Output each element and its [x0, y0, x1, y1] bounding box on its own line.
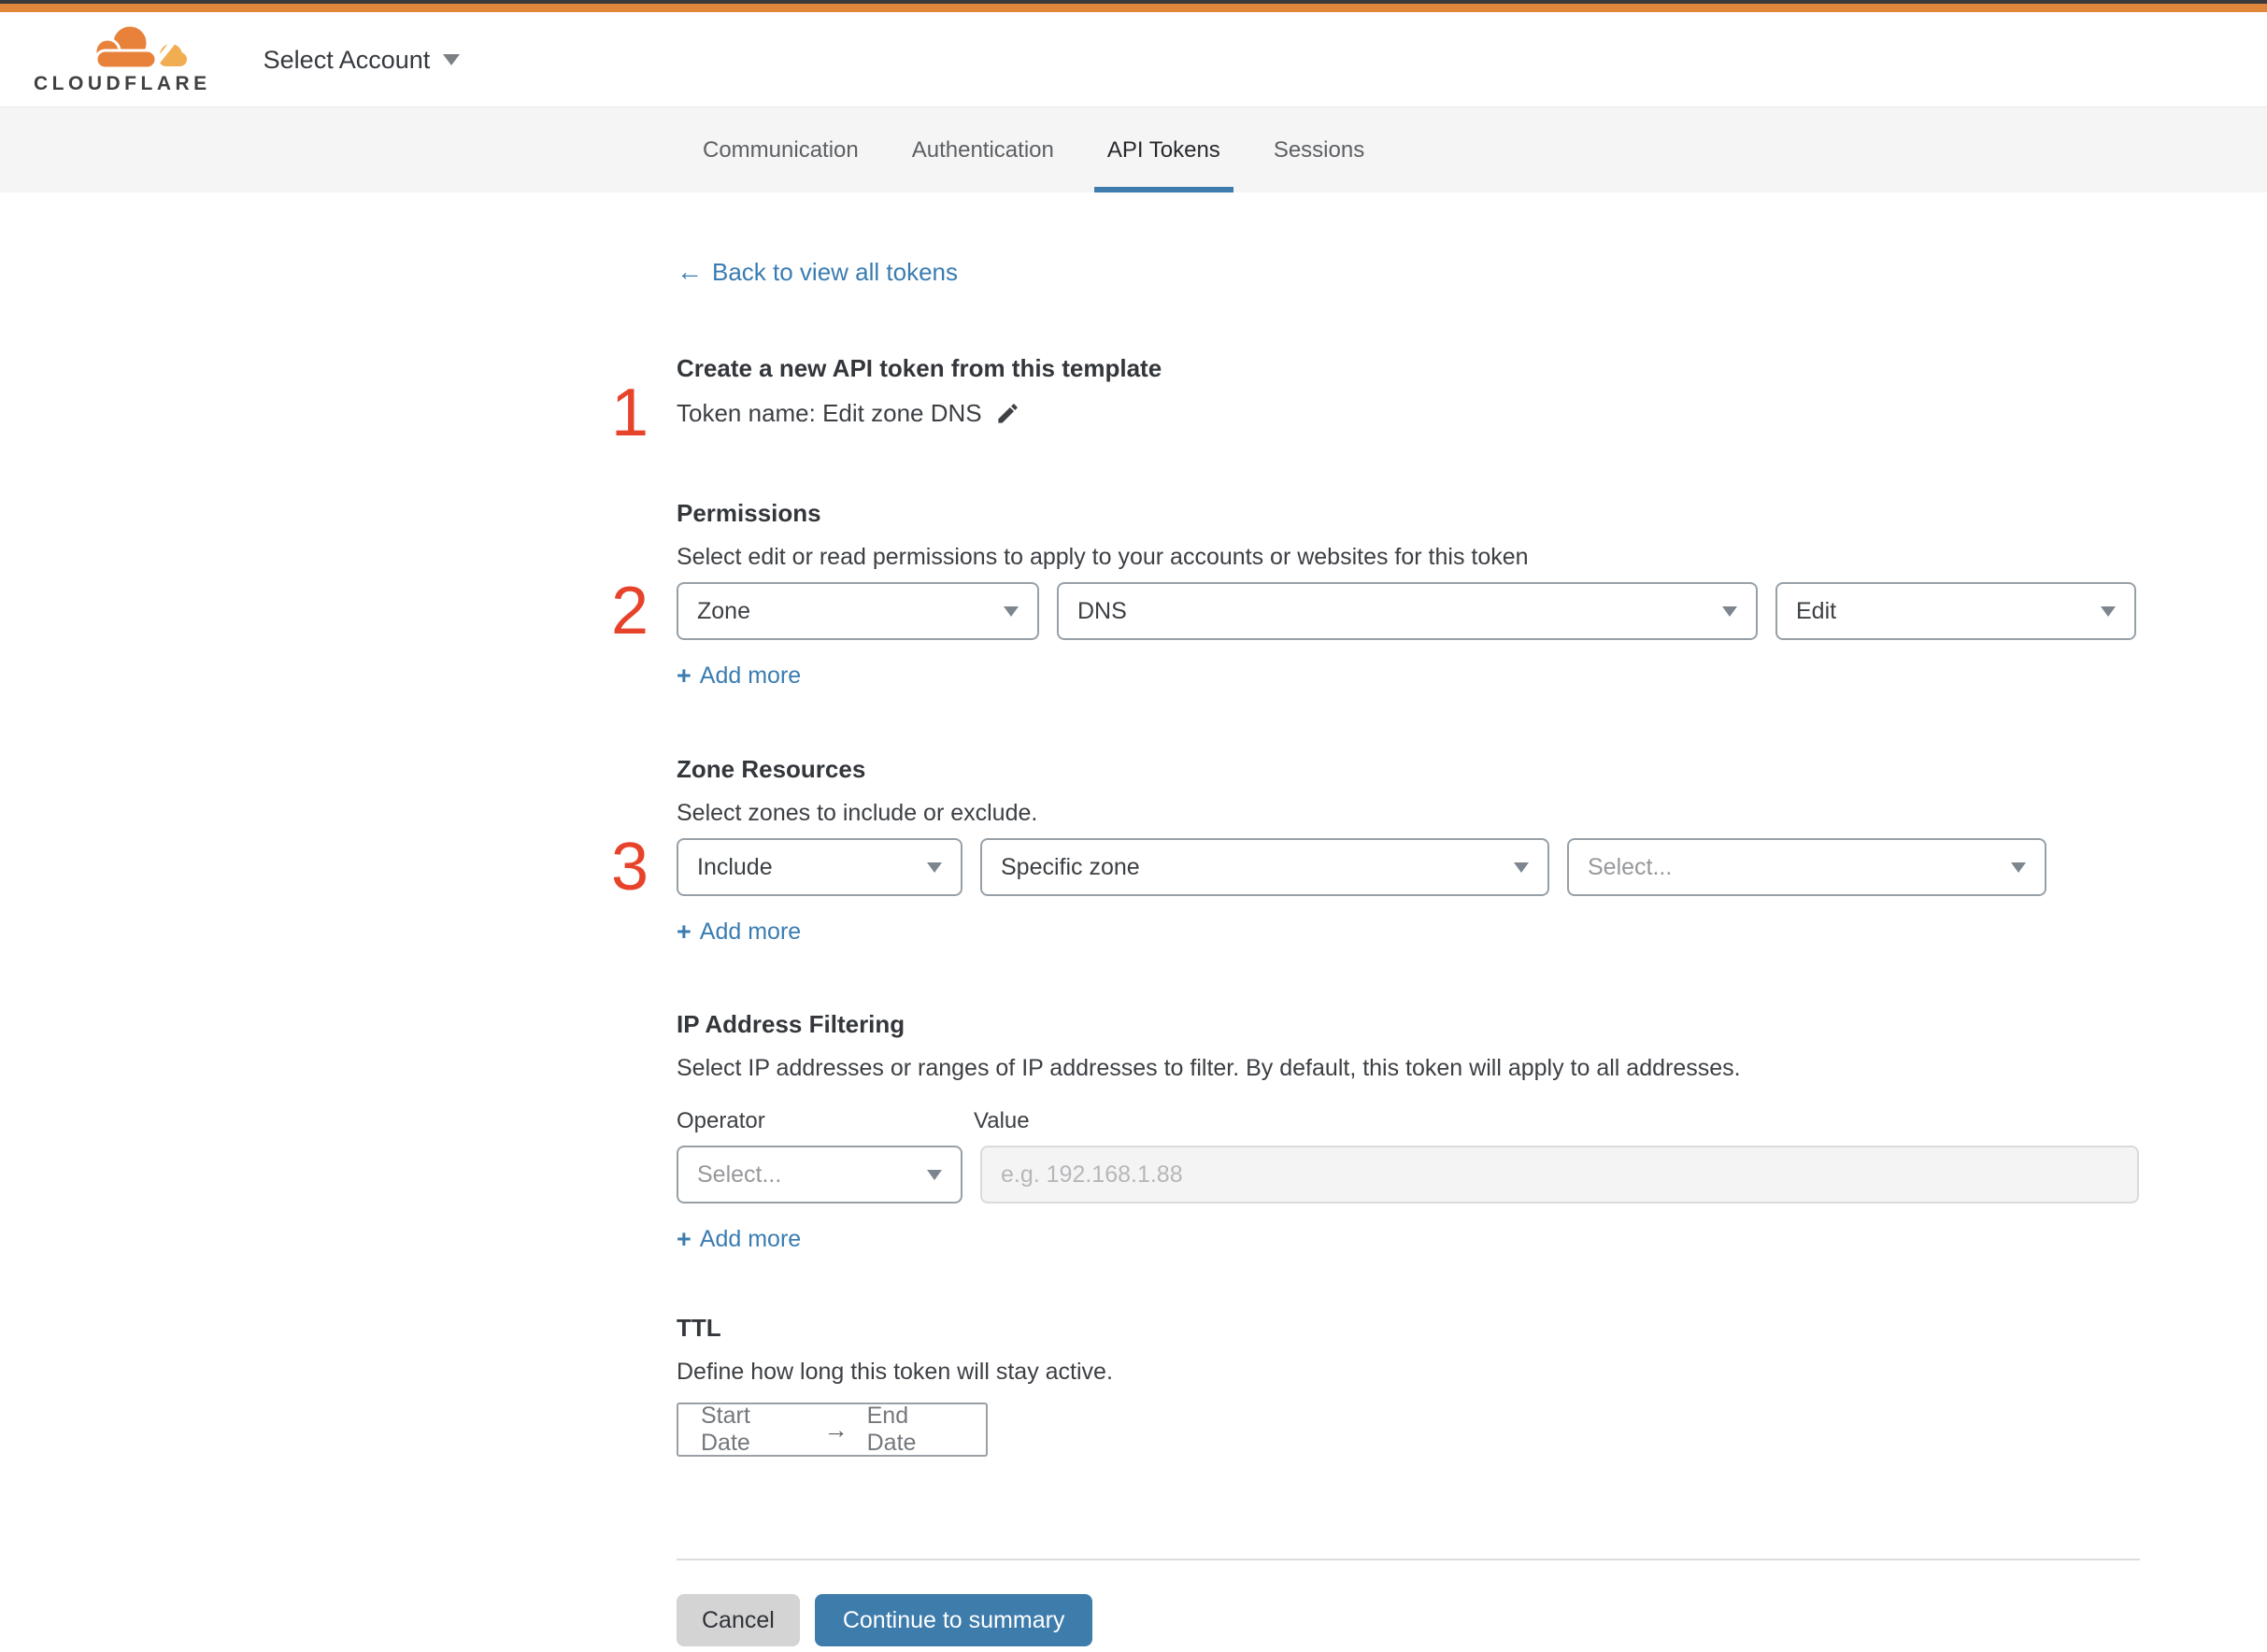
arrow-right-icon: → — [823, 1415, 848, 1444]
ip-filtering-labels: Operator Value — [677, 1108, 2267, 1134]
section-description: Define how long this token will stay act… — [677, 1359, 1113, 1385]
tab-communication[interactable]: Communication — [690, 107, 872, 192]
zone-resources-add-more-link[interactable]: + Add more — [677, 918, 801, 946]
dropdown-value: Specific zone — [1001, 853, 1140, 880]
permissions-add-more-link[interactable]: + Add more — [677, 662, 801, 690]
zone-resources-row: 3 Include Specific zone Select... — [611, 833, 2267, 901]
ttl-date-range-picker[interactable]: Start Date → End Date — [677, 1403, 988, 1457]
section-title: Permissions — [677, 499, 821, 527]
ip-operator-dropdown[interactable]: Select... — [677, 1146, 962, 1203]
dropdown-placeholder: Select... — [697, 1161, 782, 1188]
dropdown-value: Zone — [697, 597, 750, 624]
tab-label: Authentication — [911, 136, 1054, 163]
zone-type-dropdown[interactable]: Specific zone — [980, 838, 1549, 896]
section-title: Zone Resources — [677, 755, 866, 783]
section-title: TTL — [677, 1314, 721, 1342]
caret-down-icon — [1722, 605, 1737, 617]
add-more-label: Add more — [699, 662, 802, 689]
section-title: IP Address Filtering — [677, 1010, 905, 1038]
dropdown-value: DNS — [1077, 597, 1127, 624]
dropdown-placeholder: Select... — [1588, 853, 1673, 880]
plus-icon: + — [677, 918, 692, 946]
add-more-label: Add more — [699, 919, 802, 945]
section-permissions: Permissions Select edit or read permissi… — [611, 498, 2267, 690]
permissions-row: 2 Zone DNS Edit — [611, 577, 2267, 645]
value-label: Value — [974, 1108, 1030, 1133]
step-number-2: 2 — [611, 574, 649, 648]
footer-divider — [677, 1559, 2140, 1560]
section-zone-resources: Zone Resources Select zones to include o… — [611, 754, 2267, 946]
account-selector-label: Select Account — [263, 45, 431, 74]
tab-label: Communication — [703, 136, 859, 163]
section-token-template: Create a new API token from this templat… — [611, 353, 2267, 447]
permission-service-dropdown[interactable]: DNS — [1057, 582, 1758, 640]
ip-filtering-add-more-link[interactable]: + Add more — [677, 1225, 801, 1253]
continue-to-summary-button[interactable]: Continue to summary — [814, 1594, 1093, 1646]
caret-down-icon — [2011, 862, 2026, 873]
profile-tabbar: Communication Authentication API Tokens … — [0, 107, 2267, 192]
edit-pencil-icon[interactable] — [995, 401, 1020, 426]
cloudflare-cloud-icon — [93, 23, 187, 71]
end-date-label: End Date — [866, 1403, 917, 1456]
caret-down-icon — [927, 862, 942, 873]
token-name-text: Token name: Edit zone DNS — [677, 399, 982, 427]
caret-down-icon — [927, 1169, 942, 1180]
start-date-label: Start Date — [701, 1403, 750, 1456]
main-content: ← Back to view all tokens Create a new A… — [0, 192, 2267, 1646]
back-link-label: Back to view all tokens — [712, 258, 959, 286]
cloudflare-wordmark: CLOUDFLARE — [34, 72, 211, 94]
app-header: CLOUDFLARE Select Account — [0, 12, 2267, 107]
footer-actions: Cancel Continue to summary — [677, 1594, 2267, 1646]
cloudflare-logo[interactable]: CLOUDFLARE — [34, 23, 211, 95]
tab-api-tokens[interactable]: API Tokens — [1094, 107, 1233, 192]
step-number-3: 3 — [611, 830, 649, 904]
ip-value-input — [980, 1146, 2139, 1203]
section-description: Select zones to include or exclude. — [677, 800, 1038, 826]
operator-label: Operator — [677, 1108, 765, 1133]
plus-icon: + — [677, 1225, 692, 1253]
ip-filtering-row: Select... — [677, 1146, 2267, 1203]
section-title: Create a new API token from this templat… — [677, 354, 1162, 382]
tab-label: Sessions — [1273, 136, 1365, 163]
step-number-1: 1 — [611, 376, 649, 450]
caret-down-icon — [1004, 605, 1019, 617]
caret-down-icon — [2101, 605, 2116, 617]
back-to-tokens-link[interactable]: ← Back to view all tokens — [677, 257, 959, 287]
token-name-line: 1 Token name: Edit zone DNS — [611, 379, 2267, 447]
tab-sessions[interactable]: Sessions — [1261, 107, 1377, 192]
zone-select-dropdown[interactable]: Select... — [1567, 838, 2046, 896]
section-ttl: TTL Define how long this token will stay… — [677, 1313, 2267, 1457]
plus-icon: + — [677, 662, 692, 690]
dropdown-value: Edit — [1796, 597, 1837, 624]
add-more-label: Add more — [699, 1226, 802, 1252]
brand-accent-bar — [0, 4, 2267, 12]
tab-authentication[interactable]: Authentication — [899, 107, 1067, 192]
section-description: Select IP addresses or ranges of IP addr… — [677, 1055, 1741, 1081]
zone-include-exclude-dropdown[interactable]: Include — [677, 838, 962, 896]
permission-scope-dropdown[interactable]: Zone — [677, 582, 1039, 640]
chevron-down-icon — [443, 53, 461, 65]
account-selector[interactable]: Select Account — [264, 45, 461, 75]
tab-label: API Tokens — [1106, 136, 1220, 163]
section-description: Select edit or read permissions to apply… — [677, 544, 1529, 570]
dropdown-value: Include — [697, 853, 773, 880]
back-arrow-icon: ← — [677, 257, 703, 286]
section-ip-filtering: IP Address Filtering Select IP addresses… — [677, 1009, 2267, 1253]
caret-down-icon — [1514, 862, 1529, 873]
cancel-button[interactable]: Cancel — [677, 1594, 800, 1646]
permission-access-dropdown[interactable]: Edit — [1775, 582, 2136, 640]
